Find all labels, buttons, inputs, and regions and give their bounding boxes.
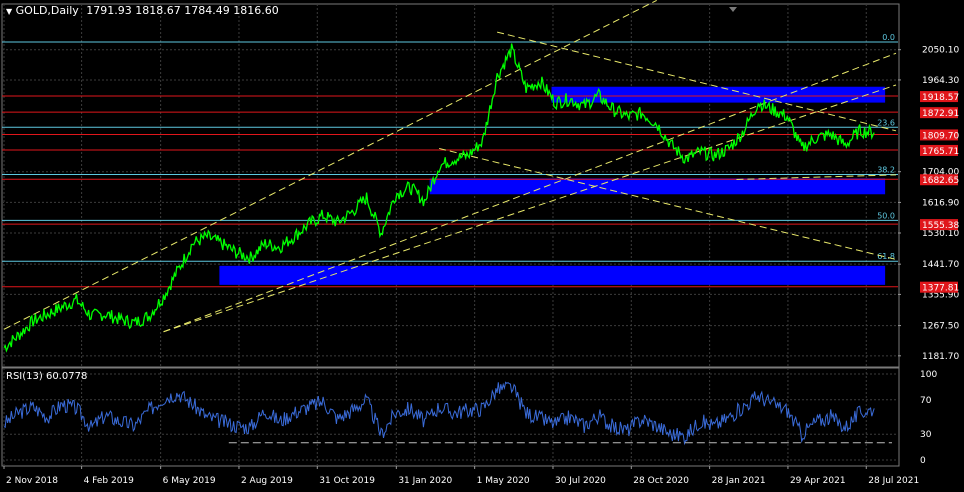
price-level-tag-label: 1377.81 [922, 284, 959, 294]
chart-header: ▼ GOLD,Daily 1791.93 1818.67 1784.49 181… [6, 5, 279, 18]
rsi-y-tick-label: 100 [920, 370, 937, 380]
x-axis-tick-label: 4 Feb 2019 [84, 476, 135, 486]
fibonacci-level-label: 23.6 [877, 118, 895, 127]
x-axis-tick-label: 28 Oct 2020 [633, 476, 689, 486]
x-axis-tick-label: 31 Oct 2019 [319, 476, 375, 486]
fibonacci-level-label: 0.0 [882, 33, 895, 42]
price-level-tag-label: 1682.65 [922, 176, 959, 186]
x-axis-tick-label: 30 Jul 2020 [555, 476, 606, 486]
y-axis-tick-label: 2050.10 [922, 46, 959, 56]
y-axis-tick-label: 1441.70 [922, 260, 959, 270]
dropdown-triangle-icon[interactable]: ▼ [6, 7, 12, 16]
rsi-label: RSI(13) 60.0778 [6, 371, 88, 382]
rsi-panel-border [1, 367, 900, 467]
x-axis-tick-label: 2 Aug 2019 [241, 476, 293, 486]
fibonacci-level-label: 38.2 [877, 166, 895, 175]
chart-window: 0.0 23.6 38.2 50.0 61.8 2050.10 1964.30 1704.00… [0, 0, 964, 492]
price-level-tag-label: 1765.71 [922, 147, 959, 157]
fibonacci-level-label: 61.8 [877, 252, 895, 261]
x-axis-tick-label: 29 Apr 2021 [790, 476, 846, 486]
x-axis-tick-label: 28 Jan 2021 [712, 476, 766, 486]
rsi-y-tick-label: 0 [920, 456, 926, 466]
supply-demand-zone [429, 178, 886, 195]
supply-demand-zone [219, 265, 886, 285]
chart-canvas: 0.023.638.250.061.82050.101964.301704.00… [1, 0, 959, 486]
x-axis-tick-label: 1 May 2020 [477, 476, 530, 486]
price-level-tag-label: 1809.70 [922, 131, 959, 141]
y-axis-tick-label: 1267.50 [922, 322, 959, 332]
x-axis-tick-label: 28 Jul 2021 [868, 476, 919, 486]
trendline [439, 147, 897, 260]
symbol-label: GOLD,Daily [15, 4, 79, 17]
price-level-tag-label: 1918.57 [922, 93, 959, 103]
y-axis-tick-label: 1616.90 [922, 198, 959, 208]
scroll-marker-icon [729, 7, 737, 12]
ohlc-values: 1791.93 1818.67 1784.49 1816.60 [86, 4, 279, 17]
x-axis-tick-label: 6 May 2019 [163, 476, 216, 486]
trendline [497, 31, 897, 132]
y-axis-tick-label: 1964.30 [922, 76, 959, 86]
x-axis-tick-label: 31 Jan 2020 [398, 476, 452, 486]
x-axis-tick-label: 2 Nov 2018 [6, 476, 58, 486]
fibonacci-level-label: 50.0 [877, 211, 895, 220]
rsi-y-tick-label: 30 [920, 430, 932, 440]
y-axis-tick-label: 1181.70 [922, 352, 959, 362]
price-level-tag-label: 1555.38 [922, 221, 959, 231]
rsi-y-tick-label: 70 [920, 396, 932, 406]
price-level-tag-label: 1872.91 [922, 109, 959, 119]
